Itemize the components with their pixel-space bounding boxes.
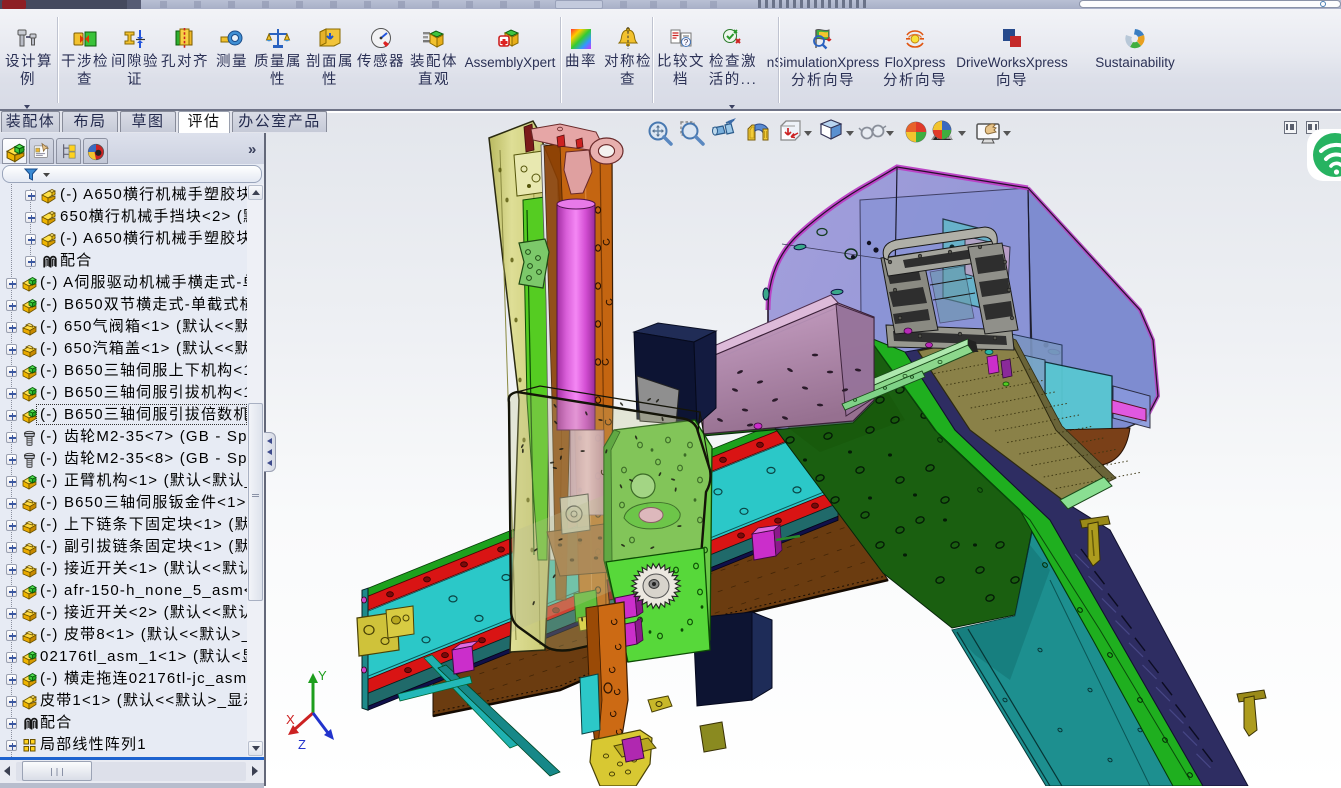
svg-text:Z: Z — [298, 737, 306, 752]
svg-text:X: X — [286, 712, 295, 727]
svg-text:?: ? — [684, 38, 689, 47]
svg-text:Y: Y — [318, 668, 327, 683]
